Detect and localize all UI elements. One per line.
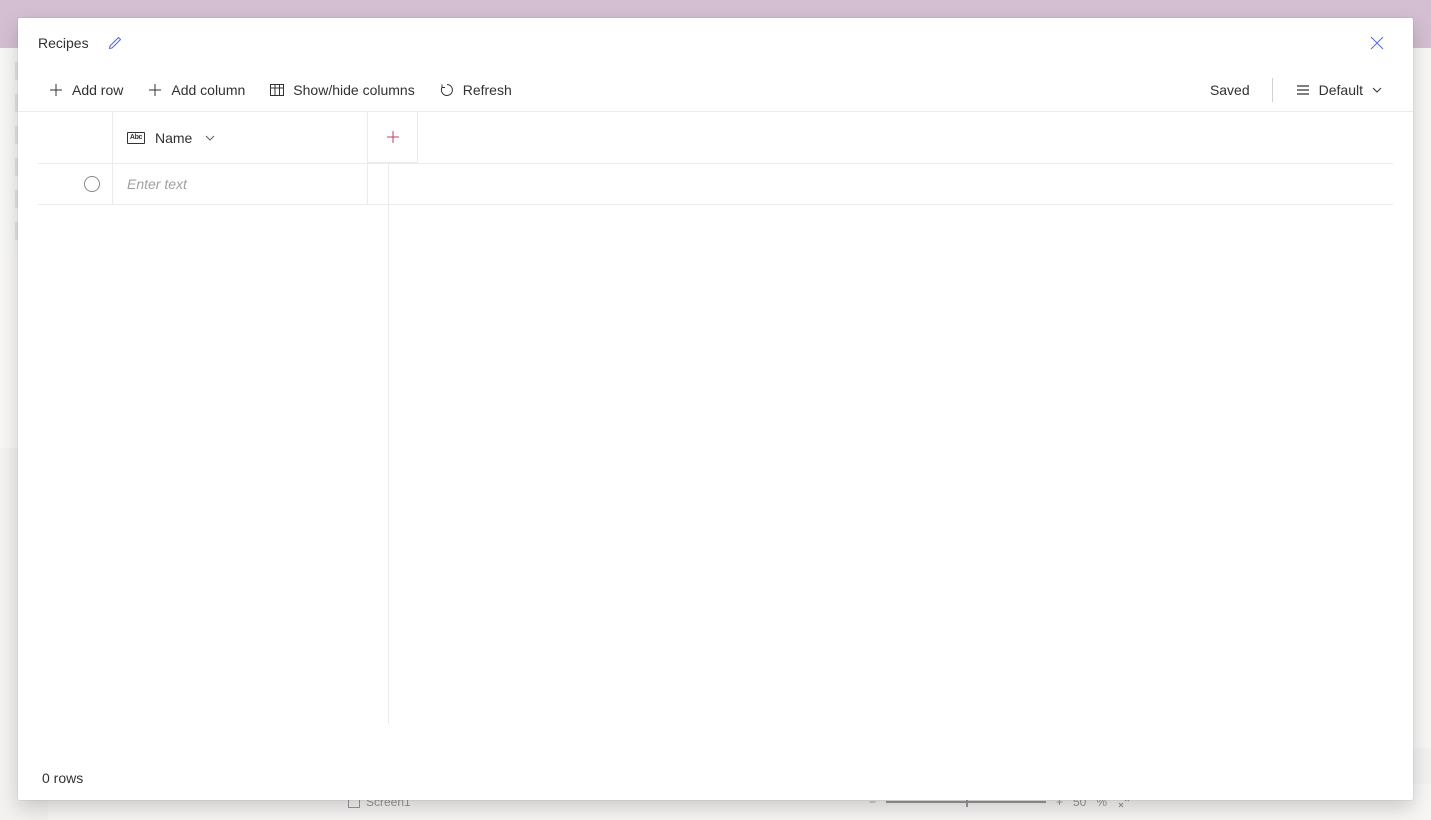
plus-icon (147, 82, 163, 98)
plus-icon (385, 129, 401, 145)
close-icon (1370, 36, 1384, 50)
view-selector[interactable]: Default (1285, 76, 1393, 104)
background-right-panel (1413, 48, 1431, 748)
plus-icon (48, 82, 64, 98)
view-selector-label: Default (1319, 82, 1363, 98)
data-grid: Abc Name (18, 112, 1413, 756)
saved-status: Saved (1200, 82, 1260, 98)
column-header-label: Name (155, 130, 192, 146)
column-header-name[interactable]: Abc Name (113, 112, 368, 163)
toolbar-separator (1272, 78, 1273, 102)
table-row (38, 163, 1393, 205)
show-hide-columns-button[interactable]: Show/hide columns (259, 76, 424, 104)
dialog-title: Recipes (38, 35, 89, 51)
cell-name[interactable] (113, 164, 368, 204)
select-all-column-header (38, 112, 113, 163)
dialog-toolbar: Add row Add column Show/hide columns Ref… (18, 68, 1413, 112)
show-hide-columns-label: Show/hide columns (293, 82, 414, 98)
add-column-button[interactable]: Add column (137, 76, 255, 104)
list-icon (1295, 82, 1311, 98)
edit-title-button[interactable] (101, 29, 129, 57)
add-row-button[interactable]: Add row (38, 76, 133, 104)
row-select-radio[interactable] (84, 176, 100, 192)
close-button[interactable] (1361, 27, 1393, 59)
add-row-label: Add row (72, 82, 123, 98)
chevron-down-icon (1371, 84, 1383, 96)
chevron-down-icon (204, 132, 216, 144)
cell-name-input[interactable] (127, 176, 353, 192)
grid-header-row: Abc Name (38, 112, 1393, 163)
row-count-label: 0 rows (42, 770, 83, 786)
add-column-cell-button[interactable] (367, 112, 418, 163)
refresh-button[interactable]: Refresh (429, 76, 522, 104)
pencil-icon (107, 35, 123, 51)
refresh-label: Refresh (463, 82, 512, 98)
add-column-label: Add column (171, 82, 245, 98)
dialog-header: Recipes (18, 18, 1413, 68)
dialog-status-bar: 0 rows (18, 756, 1413, 800)
column-divider (388, 164, 389, 724)
table-editor-dialog: Recipes Add row Add column Show/hide c (18, 18, 1413, 800)
text-type-icon: Abc (127, 132, 145, 144)
columns-icon (269, 82, 285, 98)
refresh-icon (439, 82, 455, 98)
row-select-cell[interactable] (38, 164, 113, 204)
